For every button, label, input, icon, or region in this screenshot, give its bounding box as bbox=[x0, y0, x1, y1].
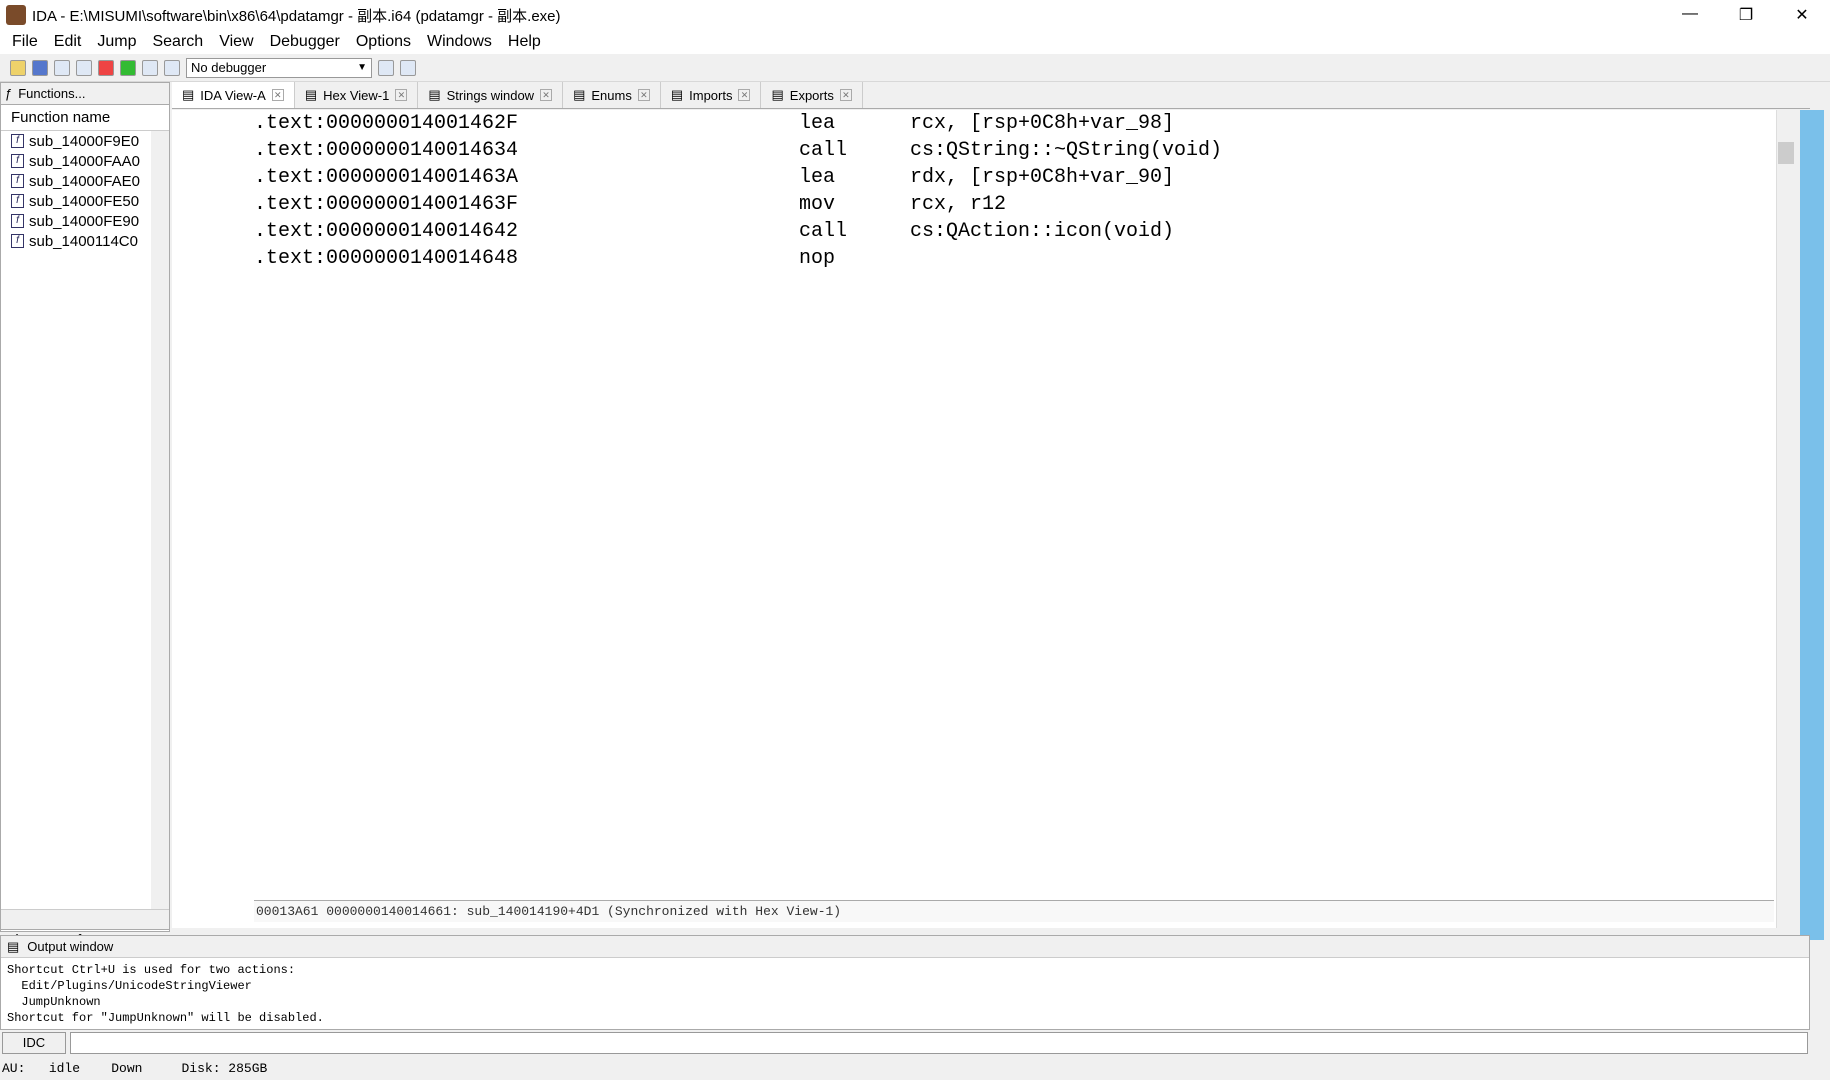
pause-icon[interactable] bbox=[164, 59, 180, 76]
function-icon: f bbox=[11, 214, 24, 228]
output-line: JumpUnknown bbox=[7, 995, 101, 1009]
stop-icon[interactable] bbox=[98, 59, 114, 76]
back-icon[interactable] bbox=[54, 59, 70, 76]
restore-icon[interactable]: ❐ bbox=[1718, 5, 1774, 25]
idc-button[interactable]: IDC bbox=[2, 1032, 66, 1054]
function-icon: f bbox=[11, 194, 24, 208]
play-icon[interactable] bbox=[142, 59, 158, 76]
au-label: AU: bbox=[2, 1061, 26, 1076]
scrollbar-thumb[interactable] bbox=[1778, 142, 1794, 164]
disassembly-listing: .text:000000014001462F lea rcx, [rsp+0C8h+… bbox=[172, 110, 1796, 928]
function-icon: f bbox=[11, 234, 24, 248]
close-icon[interactable]: ✕ bbox=[1774, 5, 1830, 25]
close-icon[interactable]: ✕ bbox=[271, 89, 284, 101]
output-line: Shortcut Ctrl+U is used for two actions: bbox=[7, 963, 296, 977]
menu-search[interactable]: Search bbox=[144, 33, 211, 51]
function-item[interactable]: f sub_1400114C0 bbox=[1, 231, 169, 251]
function-icon: f bbox=[11, 134, 24, 148]
debugger-select[interactable]: No debugger ▼ bbox=[186, 57, 372, 78]
window-title: IDA - E:\MISUMI\software\bin\x86\64\pdat… bbox=[32, 7, 561, 25]
code-line[interactable]: .text:0000000140014634 call cs:QString::~Q… bbox=[254, 137, 1774, 164]
output-text: Shortcut Ctrl+U is used for two actions:… bbox=[1, 958, 1809, 1030]
output-icon: ▤ bbox=[7, 938, 20, 954]
tab-enums[interactable]: ▤ Enums ✕ bbox=[563, 82, 661, 108]
ida-app-icon bbox=[6, 5, 26, 25]
window-controls: — ❐ ✕ bbox=[1662, 5, 1830, 25]
menu-file[interactable]: File bbox=[4, 33, 46, 51]
tab-hex-view[interactable]: ▤ Hex View-1 ✕ bbox=[295, 82, 419, 108]
function-list-hscrollbar[interactable] bbox=[1, 909, 169, 929]
status-bar: AU: idle Down Disk: 285GB bbox=[0, 1058, 1830, 1080]
tab-imports[interactable]: ▤ Imports ✕ bbox=[661, 82, 762, 108]
toolbar: No debugger ▼ bbox=[0, 54, 1830, 82]
view-tabs: ▤ IDA View-A ✕ ▤ Hex View-1 ✕ ▤ Strings windo… bbox=[172, 82, 1810, 109]
code-line[interactable]: .text:0000000140014642 call cs:QAction::ic… bbox=[254, 218, 1774, 245]
functions-icon: ƒ bbox=[5, 86, 13, 101]
au-state: idle bbox=[48, 1061, 81, 1076]
graph-icon[interactable] bbox=[378, 59, 394, 76]
menu-options[interactable]: Options bbox=[348, 33, 419, 51]
strings-icon: ▤ bbox=[428, 87, 441, 102]
search-direction: Down bbox=[111, 1061, 143, 1076]
hex-view-icon: ▤ bbox=[304, 87, 318, 102]
close-icon[interactable]: ✕ bbox=[738, 89, 751, 101]
function-name-header[interactable]: Function name bbox=[1, 105, 169, 131]
close-icon[interactable]: ✕ bbox=[637, 89, 650, 101]
function-item[interactable]: f sub_14000FE50 bbox=[1, 191, 169, 211]
menu-edit[interactable]: Edit bbox=[46, 33, 90, 51]
close-icon[interactable]: ✕ bbox=[839, 89, 852, 101]
enums-icon: ▤ bbox=[573, 87, 586, 102]
function-icon: f bbox=[11, 174, 24, 188]
function-item[interactable]: f sub_14000F9E0 bbox=[1, 131, 169, 151]
code-line[interactable]: .text:0000000140014648 nop bbox=[254, 245, 1774, 272]
open-icon[interactable] bbox=[10, 59, 26, 76]
close-icon[interactable]: ✕ bbox=[395, 89, 408, 101]
code-line[interactable]: .text:000000014001463F mov rcx, r12 bbox=[254, 191, 1774, 218]
functions-panel: ƒ Functions... Function name f sub_14000F… bbox=[0, 82, 170, 949]
tab-strings[interactable]: ▤ Strings window ✕ bbox=[418, 82, 564, 108]
ida-view-icon: ▤ bbox=[182, 87, 195, 102]
code-line[interactable]: .text:000000014001462F lea rcx, [rsp+0C8h+… bbox=[254, 110, 1774, 137]
function-item[interactable]: f sub_14000FE90 bbox=[1, 211, 169, 231]
menu-help[interactable]: Help bbox=[500, 33, 549, 51]
listing-gutter bbox=[172, 110, 254, 900]
output-window: ▤ Output window Shortcut Ctrl+U is used … bbox=[0, 935, 1810, 1030]
go-icon[interactable] bbox=[120, 59, 136, 76]
disk-space: Disk: 285GB bbox=[181, 1061, 268, 1076]
function-item[interactable]: f sub_14000FAA0 bbox=[1, 151, 169, 171]
function-icon: f bbox=[11, 154, 24, 168]
listing-scrollbar[interactable] bbox=[1776, 110, 1796, 928]
output-header: ▤ Output window bbox=[1, 936, 1809, 958]
menu-windows[interactable]: Windows bbox=[419, 33, 500, 51]
idc-bar: IDC bbox=[0, 1030, 1810, 1056]
tab-exports[interactable]: ▤ Exports ✕ bbox=[761, 82, 863, 108]
title-bar: IDA - E:\MISUMI\software\bin\x86\64\pdat… bbox=[0, 0, 1830, 30]
menu-bar: File Edit Jump Search View Debugger Opti… bbox=[0, 30, 1830, 54]
menu-view[interactable]: View bbox=[211, 33, 261, 51]
chevron-down-icon: ▼ bbox=[357, 62, 367, 73]
imports-icon: ▤ bbox=[670, 87, 684, 102]
tab-ida-view-a[interactable]: ▤ IDA View-A ✕ bbox=[172, 82, 295, 108]
menu-jump[interactable]: Jump bbox=[89, 33, 144, 51]
idc-input[interactable] bbox=[70, 1032, 1808, 1054]
forward-icon[interactable] bbox=[76, 59, 92, 76]
function-list: f sub_14000F9E0 f sub_14000FAA0 f sub_14000… bbox=[1, 131, 169, 909]
function-list-scrollbar[interactable] bbox=[151, 131, 169, 909]
code-line[interactable]: .text:000000014001463A lea rdx, [rsp+0C8h+… bbox=[254, 164, 1774, 191]
navigation-band[interactable] bbox=[1800, 110, 1824, 940]
functions-tab[interactable]: ƒ Functions... bbox=[1, 83, 169, 105]
settings-icon[interactable] bbox=[400, 59, 416, 76]
minimize-icon[interactable]: — bbox=[1662, 5, 1718, 25]
close-icon[interactable]: ✕ bbox=[540, 89, 553, 101]
menu-debugger[interactable]: Debugger bbox=[262, 33, 348, 51]
output-line: Shortcut for "JumpUnknown" will be disab… bbox=[7, 1011, 324, 1025]
save-icon[interactable] bbox=[32, 59, 48, 76]
code-lines: .text:000000014001462F lea rcx, [rsp+0C8h+… bbox=[254, 110, 1774, 900]
exports-icon: ▤ bbox=[771, 87, 784, 102]
listing-status: 00013A61 0000000140014661: sub_140014190… bbox=[254, 900, 1774, 922]
output-line: Edit/Plugins/UnicodeStringViewer bbox=[7, 979, 252, 993]
function-item[interactable]: f sub_14000FAE0 bbox=[1, 171, 169, 191]
